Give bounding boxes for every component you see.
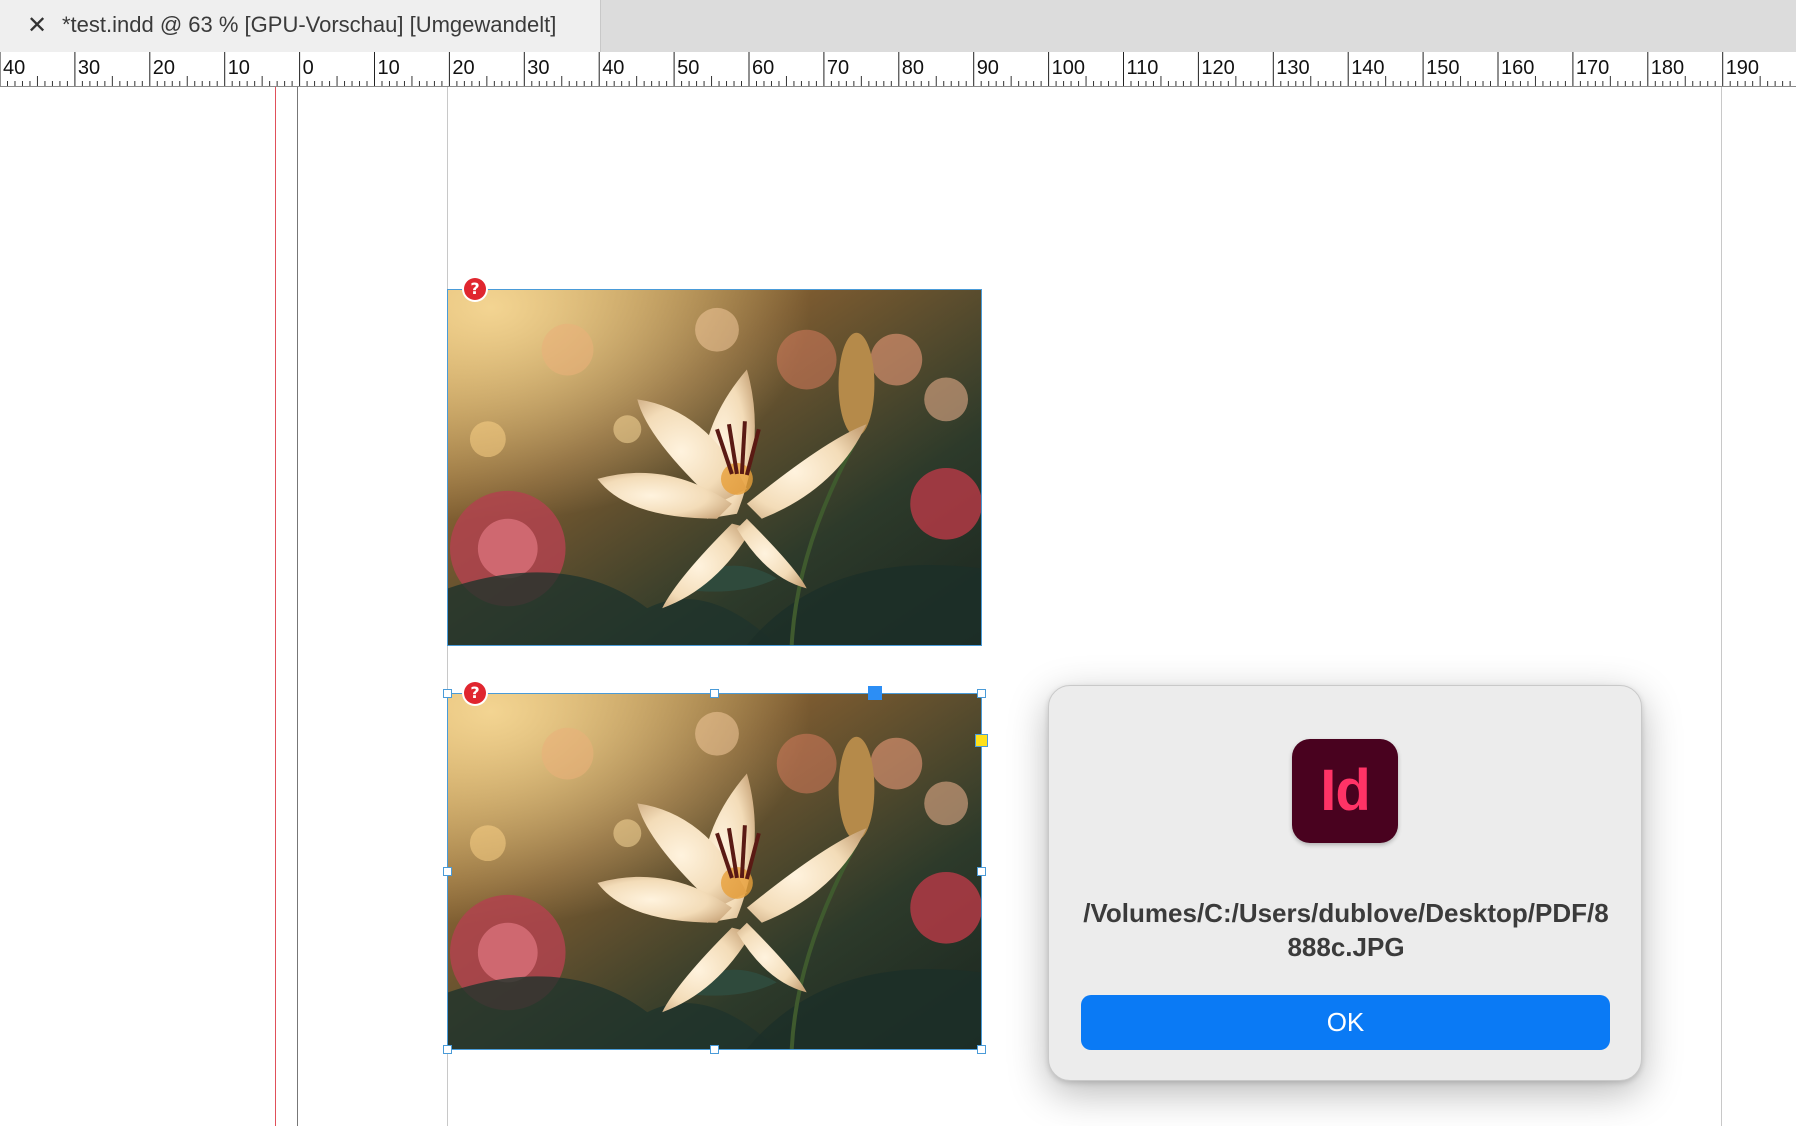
document-title: *test.indd @ 63 % [GPU-Vorschau] [Umgewa… — [62, 12, 557, 37]
resize-handle-middle-right[interactable] — [977, 867, 986, 876]
bleed-guide — [275, 87, 276, 1126]
image-frame-top[interactable] — [447, 289, 982, 646]
missing-link-icon[interactable]: ? — [464, 278, 486, 300]
dialog-message: /Volumes/C:/Users/dublove/Desktop/PDF/88… — [1083, 898, 1609, 962]
ruler-label: 70 — [827, 57, 849, 79]
ruler-label: 20 — [153, 57, 175, 79]
lily-image — [448, 694, 981, 1049]
alert-dialog: Id /Volumes/C:/Users/dublove/Desktop/PDF… — [1048, 685, 1642, 1081]
resize-handle-middle-left[interactable] — [443, 867, 452, 876]
resize-handle-top-left[interactable] — [443, 689, 452, 698]
lily-image — [448, 290, 981, 645]
ruler-label: 20 — [452, 57, 474, 79]
document-tab-bar: ✕ *test.indd @ 63 % [GPU-Vorschau] [Umge… — [0, 0, 1796, 52]
ruler-label: 130 — [1276, 57, 1309, 79]
resize-handle-bottom-right[interactable] — [977, 1045, 986, 1054]
page-edge — [297, 87, 298, 1126]
ruler-label: 160 — [1501, 57, 1534, 79]
ruler-label: 110 — [1127, 57, 1159, 79]
ruler-label: 0 — [303, 57, 314, 79]
ok-button[interactable]: OK — [1081, 995, 1610, 1050]
ruler-label: 120 — [1201, 57, 1234, 79]
missing-link-icon[interactable]: ? — [464, 682, 486, 704]
resize-handle-top-center[interactable] — [710, 689, 719, 698]
close-tab-icon[interactable]: ✕ — [24, 10, 50, 40]
live-corners-handle[interactable] — [975, 734, 988, 747]
ruler-label: 140 — [1351, 57, 1384, 79]
resize-handle-bottom-left[interactable] — [443, 1045, 452, 1054]
ruler-label: 40 — [3, 57, 25, 79]
image-frame-bottom[interactable] — [447, 693, 982, 1050]
ruler-label: 150 — [1426, 57, 1459, 79]
document-tab[interactable]: ✕ *test.indd @ 63 % [GPU-Vorschau] [Umge… — [0, 0, 601, 52]
ruler-label: 90 — [977, 57, 999, 79]
horizontal-ruler[interactable]: 40 30 20 10 0 10 20 30 40 50 60 70 80 90 100 110 120 130 1… — [0, 52, 1796, 87]
ruler-label: 170 — [1576, 57, 1609, 79]
app-icon-label: Id — [1320, 758, 1371, 823]
ruler-label: 60 — [752, 57, 774, 79]
indesign-app-icon: Id — [1292, 739, 1398, 843]
resize-handle-top-right[interactable] — [977, 689, 986, 698]
ruler-scale: 40 30 20 10 0 10 20 30 40 50 60 70 80 90 100 110 120 130 1… — [0, 52, 1791, 86]
ruler-label: 40 — [602, 57, 624, 79]
ruler-label: 190 — [1726, 57, 1759, 79]
ruler-label: 80 — [902, 57, 924, 79]
ruler-label: 10 — [378, 57, 400, 79]
ruler-label: 30 — [78, 57, 100, 79]
ruler-label: 10 — [228, 57, 250, 79]
margin-guide-right — [1721, 87, 1722, 1126]
resize-handle-bottom-center[interactable] — [710, 1045, 719, 1054]
ruler-label: 50 — [677, 57, 699, 79]
ruler-label: 30 — [527, 57, 549, 79]
ruler-label: 100 — [1052, 57, 1085, 79]
ruler-label: 180 — [1651, 57, 1684, 79]
content-grabber-handle[interactable] — [868, 686, 882, 700]
